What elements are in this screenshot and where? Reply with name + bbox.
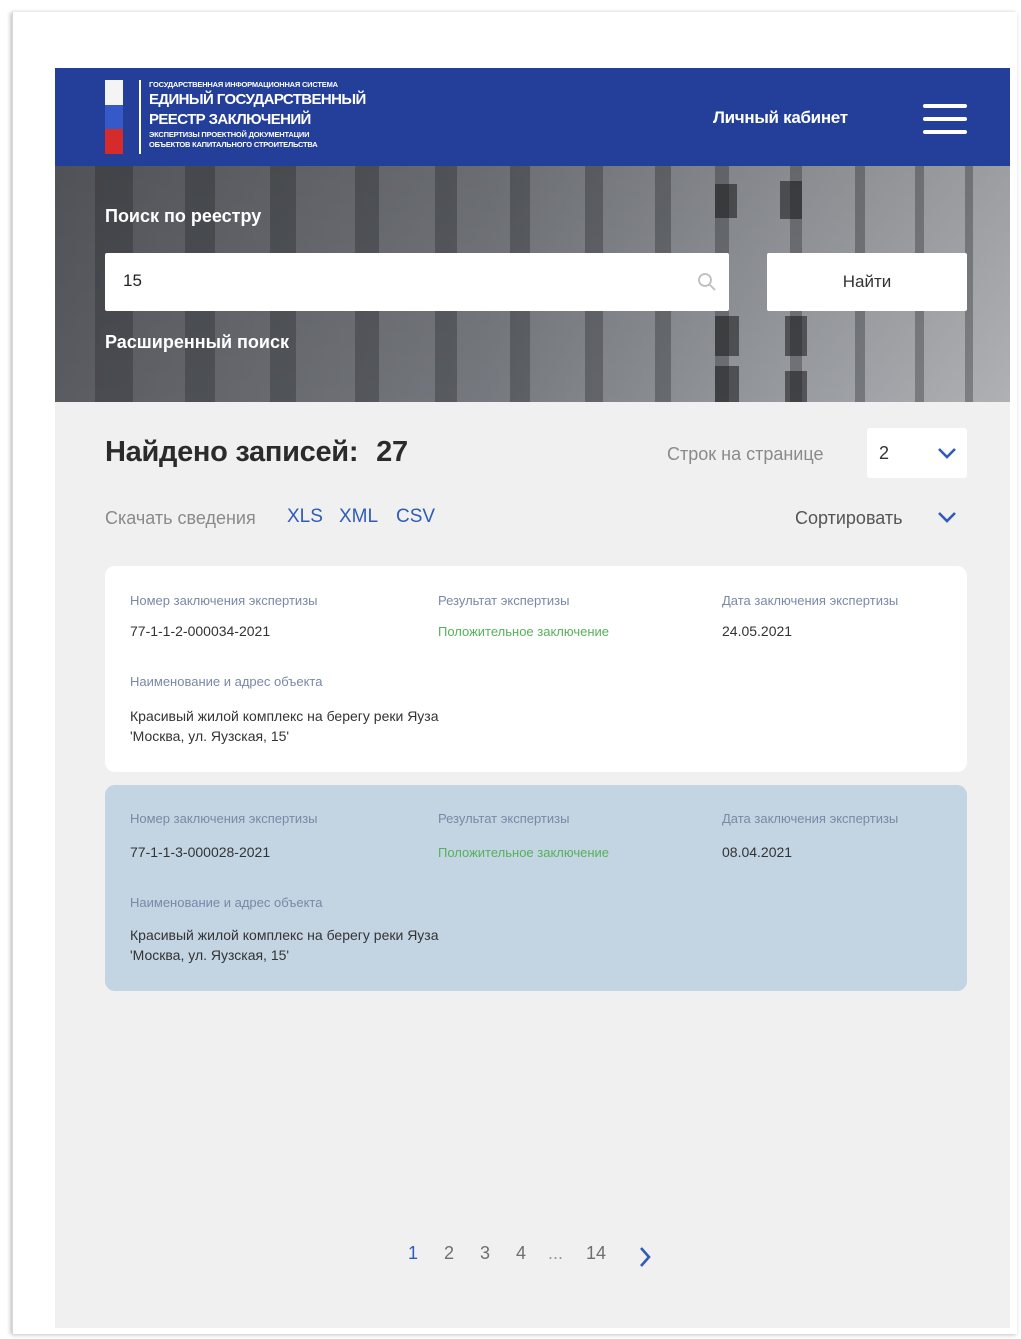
page-2[interactable]: 2 <box>444 1243 454 1264</box>
object-label: Наименование и адрес объекта <box>130 674 323 689</box>
search-field[interactable] <box>105 253 729 311</box>
found-label: Найдено записей: <box>105 436 359 468</box>
chevron-down-icon <box>938 448 956 459</box>
logo-line-3: реестр заключений <box>149 111 311 128</box>
result-card-selected[interactable]: Номер заключения экспертизы Результат эк… <box>105 785 967 991</box>
date-label: Дата заключения экспертизы <box>722 811 899 826</box>
logo-line-5: объектов капитального строительства <box>149 140 318 149</box>
page-1[interactable]: 1 <box>408 1243 418 1264</box>
found-records: Найдено записей: 27 <box>105 436 408 469</box>
rows-per-page-value: 2 <box>879 443 890 463</box>
hamburger-menu-icon[interactable] <box>923 104 967 134</box>
site-header: Государственная информационная система Е… <box>55 68 1010 166</box>
download-xml-link[interactable]: XML <box>339 506 378 528</box>
expertise-result: Положительное заключение <box>438 845 610 860</box>
rows-per-page-select[interactable]: 2 <box>867 428 967 478</box>
conclusion-date: 08.04.2021 <box>722 844 793 860</box>
object-address: 'Москва, ул. Яузская, 15' <box>130 947 290 963</box>
logo-line-2: Единый государственный <box>149 91 366 108</box>
search-icon[interactable] <box>697 272 717 292</box>
rows-per-page-label: Строк на странице <box>667 444 824 464</box>
number-label: Номер заключения экспертизы <box>130 593 318 608</box>
page-4[interactable]: 4 <box>516 1243 526 1264</box>
sort-dropdown[interactable]: Сортировать <box>795 508 956 529</box>
site-logo[interactable]: Государственная информационная система Е… <box>149 80 366 150</box>
conclusion-number: 77-1-1-2-000034-2021 <box>130 623 271 639</box>
conclusion-number: 77-1-1-3-000028-2021 <box>130 844 271 860</box>
conclusion-date: 24.05.2021 <box>722 623 793 639</box>
result-label: Результат экспертизы <box>438 593 570 608</box>
page-3[interactable]: 3 <box>480 1243 490 1264</box>
object-address: 'Москва, ул. Яузская, 15' <box>130 728 290 744</box>
object-name: Красивый жилой комплекс на берегу реки Я… <box>130 708 439 724</box>
search-hero: Поиск по реестру Найти Расширенный поиск <box>55 166 1010 402</box>
search-title: Поиск по реестру <box>105 206 262 226</box>
chevron-right-icon[interactable] <box>638 1246 652 1268</box>
russian-flag-icon <box>105 80 123 154</box>
search-input[interactable] <box>123 271 663 291</box>
number-label: Номер заключения экспертизы <box>130 811 318 826</box>
result-card[interactable]: Номер заключения экспертизы Результат эк… <box>105 566 967 772</box>
logo-divider <box>139 80 141 154</box>
object-name: Красивый жилой комплекс на берегу реки Я… <box>130 927 439 943</box>
object-label: Наименование и адрес объекта <box>130 895 323 910</box>
found-count: 27 <box>376 436 408 468</box>
sort-label: Сортировать <box>795 508 903 528</box>
chevron-down-icon <box>938 512 956 523</box>
download-label: Скачать сведения <box>105 508 256 528</box>
logo-line-1: Государственная информационная система <box>149 80 338 89</box>
result-label: Результат экспертизы <box>438 811 570 826</box>
download-xls-link[interactable]: XLS <box>287 506 323 528</box>
page-ellipsis: ... <box>548 1243 564 1263</box>
date-label: Дата заключения экспертизы <box>722 593 899 608</box>
advanced-search-link[interactable]: Расширенный поиск <box>105 332 289 353</box>
page-14[interactable]: 14 <box>586 1243 606 1264</box>
logo-line-4: экспертизы проектной документации <box>149 130 310 139</box>
expertise-result: Положительное заключение <box>438 624 610 639</box>
find-button[interactable]: Найти <box>767 253 967 311</box>
personal-cabinet-link[interactable]: Личный кабинет <box>713 108 848 128</box>
app-viewport: Государственная информационная система Е… <box>55 68 1010 1328</box>
download-csv-link[interactable]: CSV <box>396 506 435 528</box>
